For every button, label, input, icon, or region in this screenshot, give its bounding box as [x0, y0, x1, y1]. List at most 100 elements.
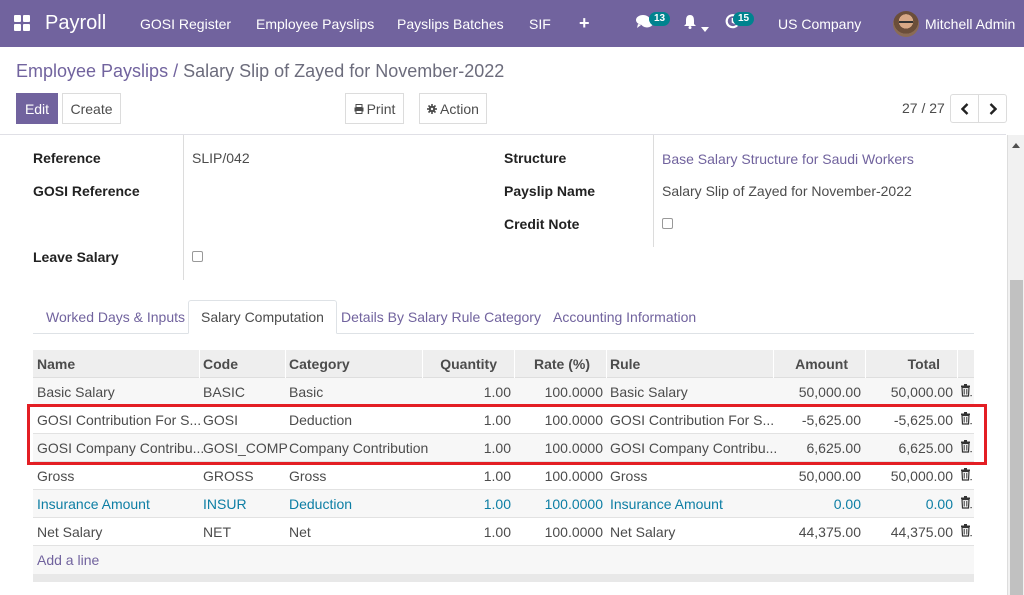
add-line-row: Add a line [33, 546, 974, 574]
structure-link[interactable]: Base Salary Structure for Saudi Workers [662, 151, 914, 167]
table-row[interactable]: GOSI Contribution For S... GOSI Deduction 1… [33, 406, 974, 434]
table-body: Basic Salary BASIC Basic 1.00 100.0000 Basic … [33, 378, 974, 546]
trash-icon[interactable] [960, 496, 974, 510]
cell-quantity: 1.00 [483, 440, 511, 456]
trash-icon[interactable] [960, 412, 974, 426]
leave-salary-checkbox[interactable] [192, 251, 203, 262]
edit-button[interactable]: Edit [16, 93, 58, 124]
cell-code: GROSS [203, 468, 254, 484]
cell-quantity: 1.00 [483, 468, 511, 484]
column-header-name[interactable]: Name [37, 356, 75, 372]
cell-rate: 100.0000 [544, 384, 603, 400]
cell-rule: Net Salary [610, 524, 676, 540]
left-column-divider [183, 135, 184, 280]
user-menu[interactable]: Mitchell Admin [925, 16, 1015, 32]
salary-computation-table: Name Code Category Quantity Rate (%) Rul… [33, 350, 974, 582]
table-row[interactable]: Net Salary NET Net 1.00 100.0000 Net Salary 44… [33, 518, 974, 546]
table-row[interactable]: Basic Salary BASIC Basic 1.00 100.0000 Basic … [33, 378, 974, 406]
table-row[interactable]: GOSI Company Contribu... GOSI_COMP Company… [33, 434, 974, 462]
trash-icon[interactable] [960, 440, 974, 454]
menu-payslips-batches[interactable]: Payslips Batches [397, 16, 504, 32]
tab-salary-computation[interactable]: Salary Computation [188, 300, 337, 334]
column-header-quantity[interactable]: Quantity [426, 356, 497, 372]
cell-quantity: 1.00 [483, 496, 511, 512]
table-footer [33, 574, 974, 582]
tab-accounting-information[interactable]: Accounting Information [541, 300, 708, 334]
cell-total: -5,625.00 [893, 412, 953, 428]
apps-menu-icon[interactable] [14, 15, 30, 31]
column-separator [422, 350, 423, 378]
column-separator [606, 350, 607, 378]
column-header-code[interactable]: Code [203, 356, 238, 372]
column-header-rule[interactable]: Rule [610, 356, 640, 372]
cell-quantity: 1.00 [483, 384, 511, 400]
create-button[interactable]: Create [62, 93, 121, 124]
cell-rule: GOSI Contribution For S... [610, 412, 775, 428]
cell-total: 50,000.00 [890, 384, 953, 400]
cell-rule: GOSI Company Contribu... [610, 440, 778, 456]
column-separator [865, 350, 866, 378]
trash-icon[interactable] [960, 524, 974, 538]
table-row[interactable]: Gross GROSS Gross 1.00 100.0000 Gross 50,000.0… [33, 462, 974, 490]
cell-rule: Insurance Amount [610, 496, 723, 512]
cell-total: 0.00 [925, 496, 953, 512]
cell-amount: -5,625.00 [801, 412, 861, 428]
cell-rule: Gross [610, 468, 648, 484]
cell-category: Basic [289, 384, 324, 400]
scrollbar-thumb[interactable] [1010, 280, 1023, 595]
cell-rate: 100.0000 [544, 496, 603, 512]
credit-note-checkbox[interactable] [662, 218, 673, 229]
column-header-amount[interactable]: Amount [777, 356, 848, 372]
app-brand[interactable]: Payroll [45, 12, 106, 35]
cell-name: Gross [37, 468, 75, 484]
cell-category: Deduction [289, 412, 353, 428]
tab-details-by-salary-rule-category[interactable]: Details By Salary Rule Category [329, 300, 553, 334]
trash-icon[interactable] [960, 468, 974, 482]
leave-salary-label: Leave Salary [33, 249, 119, 265]
column-separator [199, 350, 200, 378]
print-button[interactable]: Print [345, 93, 404, 124]
pager-next-button[interactable] [978, 94, 1007, 123]
column-header-category[interactable]: Category [289, 356, 350, 372]
breadcrumb-parent[interactable]: Employee Payslips [16, 61, 168, 81]
tab-worked-days-inputs[interactable]: Worked Days & Inputs [34, 300, 197, 334]
caret-down-icon[interactable] [701, 19, 709, 36]
cell-category: Deduction [289, 496, 353, 512]
cell-code: GOSI_COMP [203, 440, 288, 456]
cell-name: Net Salary [37, 524, 103, 540]
cell-amount: 44,375.00 [798, 524, 861, 540]
cell-code: NET [203, 524, 231, 540]
pager-previous-button[interactable] [950, 94, 979, 123]
plus-icon[interactable]: + [579, 13, 590, 34]
cell-rate: 100.0000 [544, 412, 603, 428]
cell-rate: 100.0000 [544, 524, 603, 540]
column-separator [514, 350, 515, 378]
menu-sif[interactable]: SIF [529, 16, 551, 32]
column-header-rate[interactable]: Rate (%) [518, 356, 590, 372]
vertical-scrollbar[interactable] [1007, 135, 1024, 595]
activity-badge: 15 [733, 12, 755, 26]
action-button[interactable]: Action [419, 93, 487, 124]
add-line-link[interactable]: Add a line [37, 552, 99, 568]
scroll-up-arrow-icon[interactable] [1012, 143, 1020, 148]
print-icon [354, 103, 364, 114]
messages-badge: 13 [649, 12, 671, 26]
top-navbar: Payroll GOSI Register Employee Payslips … [0, 0, 1024, 47]
cell-total: 6,625.00 [898, 440, 954, 456]
cell-amount: 50,000.00 [798, 468, 861, 484]
menu-gosi-register[interactable]: GOSI Register [140, 16, 231, 32]
trash-icon[interactable] [960, 384, 974, 398]
right-column-divider [653, 135, 654, 247]
table-row[interactable]: Insurance Amount INSUR Deduction 1.00 100.00… [33, 490, 974, 518]
cell-code: BASIC [203, 384, 246, 400]
user-avatar[interactable] [893, 11, 919, 37]
bell-icon[interactable] [683, 14, 697, 33]
menu-employee-payslips[interactable]: Employee Payslips [256, 16, 374, 32]
cell-rate: 100.0000 [544, 468, 603, 484]
column-header-total[interactable]: Total [869, 356, 940, 372]
cell-amount: 6,625.00 [806, 440, 862, 456]
company-switcher[interactable]: US Company [778, 16, 861, 32]
form-sheet-border [0, 134, 1006, 135]
structure-label: Structure [504, 150, 567, 166]
table-header: Name Code Category Quantity Rate (%) Rul… [33, 350, 974, 378]
